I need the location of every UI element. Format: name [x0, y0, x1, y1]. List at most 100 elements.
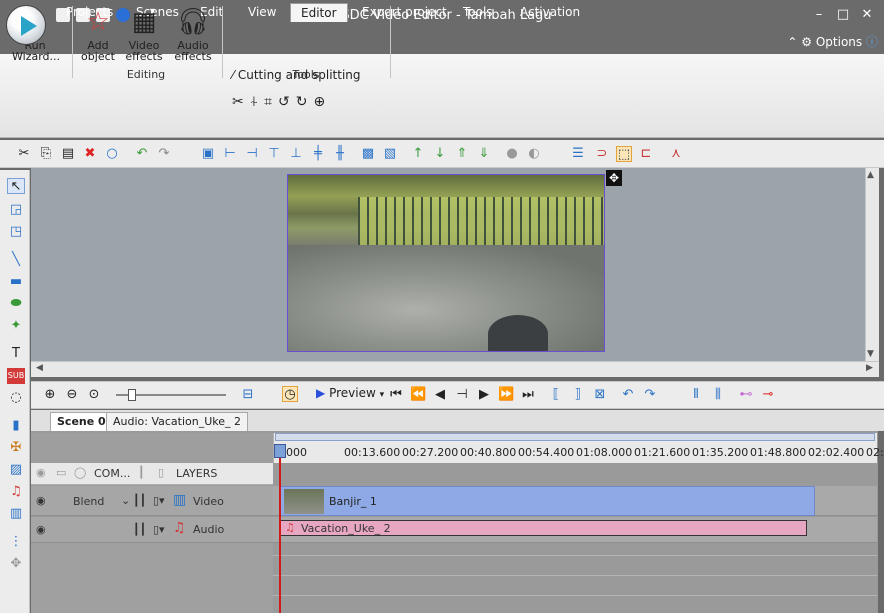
rotate-left-icon[interactable]: ↺ [278, 94, 296, 110]
tab-tools[interactable]: Tools [453, 3, 503, 22]
tools-icon-row[interactable]: ✂⍭⌗↺↻⊕ [232, 94, 331, 110]
line-icon[interactable]: ╲ [7, 252, 25, 268]
center-horizontal-icon[interactable]: ╪ [310, 146, 326, 162]
tab-scene-0[interactable]: Scene 0 [50, 412, 113, 431]
close-button[interactable]: ✕ [856, 6, 878, 24]
audio-effects-button[interactable]: 🎧︎ Audio effects [170, 4, 216, 62]
move-up-icon[interactable]: ↑ [410, 146, 426, 162]
undo-icon[interactable]: ↶ [134, 146, 150, 162]
text-icon[interactable]: T [7, 346, 25, 362]
audio-clip[interactable]: ♫ Vacation_Uke_ 2 [280, 520, 807, 536]
mark-in-icon[interactable]: ⟦ [548, 387, 564, 403]
info-icon[interactable]: ⓘ [866, 35, 878, 49]
scroll-down-icon[interactable]: ▼ [867, 349, 874, 359]
zoom-tool-icon[interactable]: ⊕ [314, 94, 332, 110]
copy-icon[interactable]: ⎘ [38, 146, 54, 162]
move-tool-icon[interactable]: ✥ [7, 556, 25, 572]
zoom-100-icon[interactable]: ⊙ [86, 387, 102, 403]
visibility-eye-icon[interactable]: ◉ [36, 523, 46, 536]
video-preview-frame[interactable] [287, 174, 605, 352]
undo-timeline-icon[interactable]: ↶ [620, 387, 636, 403]
pointer-icon[interactable]: ↖ [7, 178, 25, 194]
subtitle-icon[interactable]: SUB [7, 368, 25, 384]
gear-icon[interactable]: ⚙ [801, 35, 812, 49]
zoom-slider[interactable] [110, 387, 234, 403]
crop-icon[interactable]: ⌗ [264, 94, 278, 110]
center-vertical-icon[interactable]: ╫ [332, 146, 348, 162]
properties-icon[interactable]: ☰ [570, 146, 586, 162]
fit-timeline-icon[interactable]: ⊟ [240, 387, 256, 403]
align-left-icon[interactable]: ⊢ [222, 146, 238, 162]
snap-icon[interactable]: ⊏ [638, 146, 654, 162]
align-bottom-icon[interactable]: ⊥ [288, 146, 304, 162]
visibility-eye-icon[interactable]: ◉ [36, 494, 46, 507]
delete-icon[interactable]: ✖ [82, 146, 98, 162]
work-area-bar[interactable] [275, 433, 875, 441]
add-sprite-icon[interactable]: ◲ [7, 202, 25, 218]
selection-mode-icon[interactable]: ⬚ [616, 146, 632, 162]
tab-editor[interactable]: Editor [290, 3, 348, 22]
split-icon[interactable]: ⍭ [250, 94, 264, 110]
playhead-handle[interactable] [274, 444, 286, 458]
mark-out-icon[interactable]: ⟧ [570, 387, 586, 403]
zoom-slider-thumb[interactable] [128, 389, 136, 401]
align-top-icon[interactable]: ⊤ [266, 146, 282, 162]
paste-icon[interactable]: ▤ [60, 146, 76, 162]
ungroup-icon[interactable]: ◐ [526, 146, 542, 162]
go-start-icon[interactable]: ⏮ [388, 387, 404, 403]
app-logo-icon[interactable] [6, 5, 46, 45]
redo-timeline-icon[interactable]: ↷ [642, 387, 658, 403]
split-track-icon[interactable]: ⫴ [688, 387, 704, 403]
tab-export-project[interactable]: Export project [352, 3, 457, 22]
zoom-out-icon[interactable]: ⊖ [64, 387, 80, 403]
group-icon[interactable]: ● [504, 146, 520, 162]
fast-forward-icon[interactable]: ⏩ [498, 387, 514, 403]
eye-icon[interactable]: ◉ [36, 466, 46, 479]
add-object-button[interactable]: ☆ Add object [75, 4, 121, 62]
maximize-button[interactable]: □ [832, 6, 854, 24]
collapse-ribbon-icon[interactable]: ⌃ [787, 35, 797, 49]
rotate-right-icon[interactable]: ↻ [296, 94, 314, 110]
chart-icon[interactable]: ▮ [7, 418, 25, 434]
ellipse-icon[interactable]: ⬬ [7, 296, 25, 312]
add-layer-icon[interactable]: ◳ [7, 224, 25, 240]
video-effects-button[interactable]: ▦ Video effects [121, 4, 167, 62]
prev-frame-icon[interactable]: ◀ [432, 387, 448, 403]
rectangle-icon[interactable]: ▬ [7, 274, 25, 290]
redo-icon[interactable]: ↷ [156, 146, 172, 162]
move-down-icon[interactable]: ↓ [432, 146, 448, 162]
track-menu-icon[interactable]: ▯▾ [153, 494, 165, 507]
next-frame-icon[interactable]: ▶ [476, 387, 492, 403]
zoom-in-icon[interactable]: ⊕ [42, 387, 58, 403]
stop-icon[interactable]: ⊣ [454, 387, 470, 403]
preview-horizontal-scrollbar[interactable] [31, 361, 879, 377]
go-end-icon[interactable]: ⏭ [520, 387, 536, 403]
motion-path-icon[interactable]: ⋏ [668, 146, 684, 162]
scissors-icon[interactable]: ✂ [232, 94, 250, 110]
tab-view[interactable]: View [238, 3, 286, 22]
select-all-icon[interactable]: ○ [104, 146, 120, 162]
blend-dropdown-icon[interactable]: ⌄ [121, 494, 130, 507]
audio-icon[interactable]: ♫ [7, 484, 25, 500]
track-menu-icon[interactable]: ▯▾ [153, 523, 165, 536]
scroll-left-icon[interactable]: ◀ [36, 363, 43, 373]
preview-button[interactable]: ▶ Preview ▾ [316, 386, 384, 400]
playhead[interactable] [279, 445, 281, 613]
marker-icon[interactable]: ⊷ [738, 387, 754, 403]
speech-bubble-icon[interactable]: ◌ [7, 390, 25, 406]
video-icon[interactable]: ▥ [7, 506, 25, 522]
options-button[interactable]: Options [816, 35, 862, 49]
cut-icon[interactable]: ✂ [16, 146, 32, 162]
fit-icon[interactable]: ▩ [360, 146, 376, 162]
magnet-icon[interactable]: ⊃ [594, 146, 610, 162]
send-back-icon[interactable]: ⇓ [476, 146, 492, 162]
tab-activation[interactable]: Activation [510, 3, 590, 22]
fill-icon[interactable]: ▧ [382, 146, 398, 162]
align-right-icon[interactable]: ⊣ [244, 146, 260, 162]
scroll-up-icon[interactable]: ▲ [867, 170, 874, 180]
align-icon[interactable]: ▣ [200, 146, 216, 162]
lock-icon[interactable]: ▭ [56, 466, 66, 479]
clock-icon[interactable]: ◷ [282, 386, 298, 402]
move-handle-icon[interactable]: ✥ [606, 170, 622, 186]
image-icon[interactable]: ▨ [7, 462, 25, 478]
